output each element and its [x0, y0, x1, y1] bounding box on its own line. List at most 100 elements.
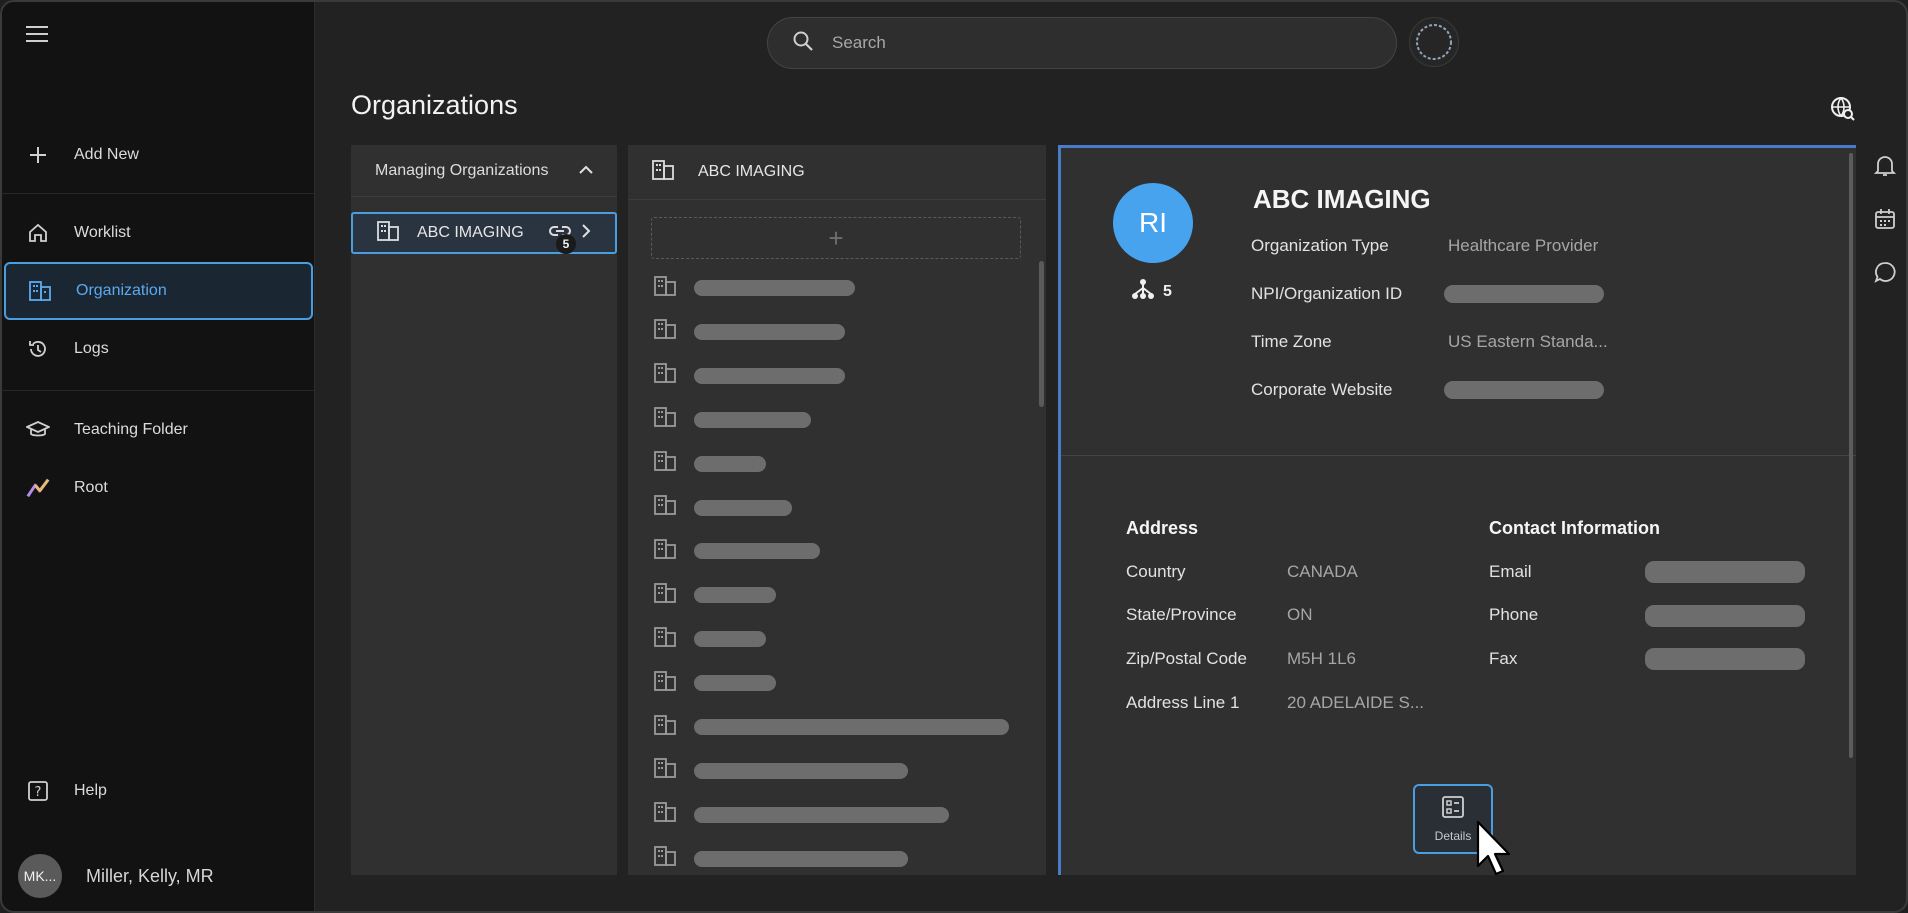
child-organizations-header: ABC IMAGING	[628, 145, 1046, 200]
scrollbar[interactable]	[1039, 261, 1044, 407]
building-icon	[654, 363, 676, 388]
organization-name-redacted	[694, 850, 908, 867]
org-type-value: Healthcare Provider	[1448, 236, 1599, 255]
organization-name-redacted	[694, 543, 820, 560]
search-bar[interactable]	[767, 17, 1397, 69]
global-search-icon[interactable]	[1830, 96, 1856, 122]
managing-organizations-header[interactable]: Managing Organizations	[351, 145, 617, 197]
selected-organization-item[interactable]: ABC IMAGING 5	[351, 212, 617, 254]
building-icon	[28, 279, 52, 303]
avatar: MK...	[18, 854, 62, 898]
building-icon	[654, 714, 676, 740]
details-icon	[1442, 795, 1464, 823]
chevron-right-icon[interactable]	[581, 223, 591, 243]
add-child-organization-button[interactable]: +	[651, 217, 1021, 259]
list-item[interactable]	[654, 758, 908, 784]
sidebar-item-add-new[interactable]: Add New	[4, 126, 313, 184]
organization-name-redacted	[694, 631, 766, 648]
organization-label: ABC IMAGING	[417, 224, 524, 241]
mouse-cursor-icon	[1476, 820, 1512, 876]
building-icon	[654, 538, 676, 564]
org-type-label: Organization Type	[1251, 236, 1389, 255]
organization-name-redacted	[694, 675, 776, 692]
divider	[2, 390, 315, 391]
list-item[interactable]	[654, 846, 908, 872]
list-item[interactable]	[654, 626, 766, 652]
organization-name-redacted	[694, 806, 949, 823]
sidebar-item-label: Organization	[76, 282, 167, 299]
sidebar-item-root[interactable]: Root	[4, 459, 313, 517]
country-label: Country	[1126, 562, 1186, 581]
scrollbar[interactable]	[1849, 153, 1853, 758]
list-item[interactable]	[654, 407, 811, 433]
plus-icon	[26, 143, 50, 167]
chat-icon[interactable]	[1874, 261, 1898, 285]
address-line1-label: Address Line 1	[1126, 693, 1240, 712]
contact-title: Contact Information	[1489, 518, 1660, 538]
panel-title: ABC IMAGING	[698, 163, 805, 180]
panel-title: Managing Organizations	[375, 161, 549, 179]
sidebar-item-help[interactable]: ? Help	[4, 762, 313, 820]
sidebar-item-label: Help	[74, 782, 107, 799]
menu-icon[interactable]	[26, 26, 48, 44]
list-item[interactable]	[654, 451, 766, 477]
list-item[interactable]	[654, 802, 949, 828]
website-value-redacted	[1444, 381, 1604, 399]
sidebar-item-label: Add New	[74, 146, 139, 163]
sidebar-item-worklist[interactable]: Worklist	[4, 204, 313, 262]
email-label: Email	[1489, 562, 1532, 581]
sidebar-item-label: Root	[74, 479, 108, 496]
list-item[interactable]	[654, 714, 1009, 740]
sidebar-item-teaching-folder[interactable]: Teaching Folder	[4, 401, 313, 459]
sidebar-item-label: Worklist	[74, 224, 131, 241]
address-line1-value: 20 ADELAIDE S...	[1287, 693, 1425, 712]
organization-name-redacted	[694, 280, 855, 296]
organization-name-redacted	[694, 411, 811, 428]
sidebar-item-organization[interactable]: Organization	[4, 262, 313, 320]
organization-name-redacted	[694, 323, 845, 340]
list-item[interactable]	[654, 538, 820, 564]
building-icon	[654, 846, 676, 871]
history-icon	[26, 337, 50, 361]
loading-spinner-icon[interactable]	[1409, 17, 1459, 67]
zip-value: M5H 1L6	[1287, 649, 1356, 668]
organization-name-redacted	[694, 367, 845, 384]
notifications-icon[interactable]	[1873, 154, 1898, 178]
phone-value-redacted	[1645, 605, 1805, 627]
organization-name-redacted	[694, 587, 776, 604]
list-item[interactable]	[654, 582, 776, 608]
building-icon	[654, 758, 676, 783]
fax-value-redacted	[1645, 648, 1805, 670]
home-icon	[26, 221, 50, 245]
list-item[interactable]	[654, 670, 776, 696]
divider	[1061, 455, 1856, 456]
graduation-cap-icon	[26, 418, 50, 442]
sidebar-item-logs[interactable]: Logs	[4, 320, 313, 378]
country-value: CANADA	[1287, 562, 1358, 581]
list-item[interactable]	[654, 319, 845, 345]
building-icon	[654, 670, 676, 696]
help-icon: ?	[26, 779, 50, 803]
search-input[interactable]	[832, 33, 1332, 53]
building-icon	[654, 407, 676, 432]
time-zone-value: US Eastern Standa...	[1448, 332, 1608, 351]
child-count-badge: 5	[556, 234, 576, 254]
list-item[interactable]	[654, 495, 792, 521]
root-logo-icon	[26, 476, 50, 500]
fax-label: Fax	[1489, 649, 1518, 668]
organization-avatar: RI	[1113, 183, 1193, 263]
state-value: ON	[1287, 605, 1313, 624]
calendar-icon[interactable]	[1874, 208, 1898, 232]
list-item[interactable]	[654, 363, 845, 389]
organization-name-redacted	[694, 455, 766, 472]
user-name: Miller, Kelly, MR	[86, 865, 214, 886]
time-zone-label: Time Zone	[1251, 332, 1332, 351]
user-profile[interactable]: MK... Miller, Kelly, MR	[18, 854, 214, 898]
hierarchy-count: 5	[1131, 278, 1172, 305]
building-icon	[654, 582, 676, 608]
chevron-up-icon[interactable]	[579, 162, 593, 180]
building-icon	[654, 451, 676, 476]
list-item[interactable]	[654, 275, 855, 301]
building-icon	[654, 275, 676, 301]
address-title: Address	[1126, 518, 1199, 538]
